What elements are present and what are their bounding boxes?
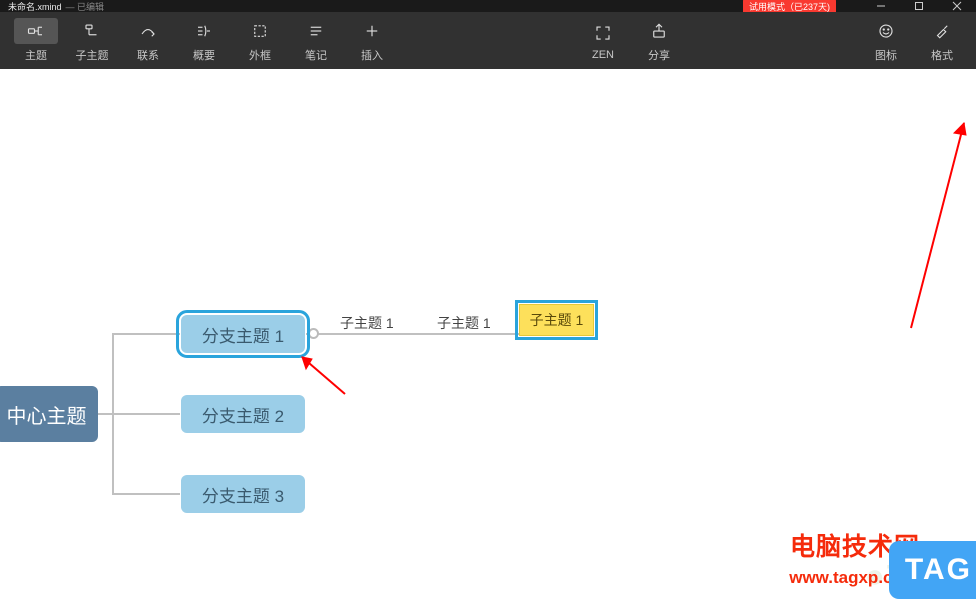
- summary-button[interactable]: 概要: [176, 15, 232, 67]
- format-label: 格式: [931, 47, 953, 63]
- zen-label: ZEN: [592, 49, 614, 61]
- branch-topic-2[interactable]: 分支主题 2: [181, 395, 305, 433]
- connector-line: [112, 333, 180, 335]
- sub-topic-2[interactable]: 子主题 1: [437, 313, 491, 333]
- note-button[interactable]: 笔记: [288, 15, 344, 67]
- titlebar: 未命名.xmind — 已编辑 试用模式（已237天): [0, 0, 976, 12]
- subtopic-icon: [70, 18, 114, 44]
- note-icon: [294, 18, 338, 44]
- main-toolbar: 主题 子主题 联系 概要 外框 笔记 插入 ZEN: [0, 12, 976, 69]
- file-name: 未命名.xmind: [8, 0, 62, 13]
- subtopic-label: 子主题: [76, 47, 109, 63]
- annotation-arrow-1: [290, 349, 350, 404]
- subtopic-button[interactable]: 子主题: [64, 15, 120, 67]
- expand-node[interactable]: [308, 328, 319, 339]
- connector-line: [112, 413, 180, 415]
- insert-button[interactable]: 插入: [344, 15, 400, 67]
- format-button[interactable]: 格式: [914, 15, 970, 67]
- window-controls: [862, 0, 976, 12]
- minimize-button[interactable]: [862, 0, 900, 12]
- boundary-icon: [238, 18, 282, 44]
- close-button[interactable]: [938, 0, 976, 12]
- toolbar-right-group: 图标 格式: [858, 15, 970, 67]
- insert-icon: [350, 18, 394, 44]
- toolbar-left-group: 主题 子主题 联系 概要 外框 笔记 插入: [8, 15, 400, 67]
- annotation-arrow-2: [896, 113, 976, 338]
- toolbar-center-group: ZEN 分享: [575, 15, 687, 67]
- boundary-button[interactable]: 外框: [232, 15, 288, 67]
- insert-label: 插入: [361, 47, 383, 63]
- share-label: 分享: [648, 47, 670, 63]
- connector-line: [112, 493, 180, 495]
- file-status: — 已编辑: [66, 0, 105, 13]
- topic-button[interactable]: 主题: [8, 15, 64, 67]
- smiley-icon: [864, 18, 908, 44]
- icons-button[interactable]: 图标: [858, 15, 914, 67]
- relationship-label: 联系: [137, 47, 159, 63]
- boundary-label: 外框: [249, 47, 271, 63]
- relationship-button[interactable]: 联系: [120, 15, 176, 67]
- zen-icon: [581, 20, 625, 46]
- share-button[interactable]: 分享: [631, 15, 687, 67]
- summary-label: 概要: [193, 47, 215, 63]
- icons-label: 图标: [875, 47, 897, 63]
- sub-topic-1[interactable]: 子主题 1: [340, 313, 394, 333]
- topic-icon: [14, 18, 58, 44]
- branch-topic-3[interactable]: 分支主题 3: [181, 475, 305, 513]
- note-label: 笔记: [305, 47, 327, 63]
- central-topic[interactable]: 中心主题: [0, 386, 98, 442]
- mindmap-canvas[interactable]: 中心主题 分支主题 1 分支主题 2 分支主题 3 子主题 1 子主题 1 子主…: [0, 69, 976, 611]
- connector-line: [306, 333, 519, 335]
- branch-topic-1[interactable]: 分支主题 1: [181, 315, 305, 353]
- topic-label: 主题: [25, 47, 47, 63]
- share-icon: [637, 18, 681, 44]
- relationship-icon: [126, 18, 170, 44]
- maximize-button[interactable]: [900, 0, 938, 12]
- sub-topic-selected[interactable]: 子主题 1: [519, 304, 594, 336]
- summary-icon: [182, 18, 226, 44]
- zen-button[interactable]: ZEN: [575, 15, 631, 67]
- brush-icon: [920, 18, 964, 44]
- watermark-tag: TAG: [889, 541, 976, 599]
